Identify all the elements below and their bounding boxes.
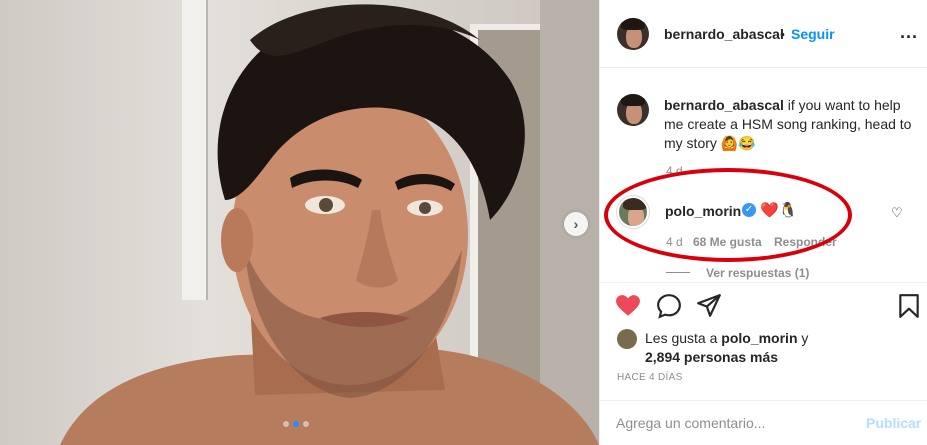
highlight-annotation-circle [604,168,852,262]
share-paper-plane-icon[interactable] [696,293,722,319]
add-comment-bar: Publicar [600,400,927,445]
comment-like-heart-icon[interactable]: ♡ [891,205,903,221]
next-slide-button[interactable]: › [564,212,588,236]
carousel-dot [283,421,289,427]
post-sidebar: bernardo_abascal • Seguir ... bernardo_a… [599,0,927,445]
post-header: bernardo_abascal • Seguir ... [600,0,927,68]
view-replies-divider [666,272,690,273]
carousel-indicator [283,421,309,427]
likes-count[interactable]: 2,894 personas más [645,349,778,365]
carousel-dot-active [293,421,299,427]
save-bookmark-icon[interactable] [896,293,922,319]
author-username[interactable]: bernardo_abascal [664,26,784,42]
carousel-dot [303,421,309,427]
header-separator: • [780,26,785,42]
like-heart-icon[interactable] [615,293,641,319]
follow-button[interactable]: Seguir [791,26,835,42]
comment-input[interactable] [616,415,836,431]
more-options-icon[interactable]: ... [900,22,918,43]
post-date[interactable]: HACE 4 DÍAS [617,372,683,383]
person-illustration [60,4,599,445]
chevron-right-icon: › [573,216,579,232]
caption-username[interactable]: bernardo_abascal [664,97,784,113]
liker-username[interactable]: polo_morin [721,330,797,346]
comment-bubble-icon[interactable] [656,293,682,319]
caption-author-avatar[interactable] [617,94,649,126]
instagram-post-modal: › bernardo_abascal • Seguir ... bernardo… [0,0,927,445]
view-replies-button[interactable]: Ver respuestas (1) [706,266,809,280]
likes-text: Les gusta a polo_morin y 2,894 personas … [645,330,809,365]
author-avatar[interactable] [617,18,649,50]
liker-avatar[interactable] [617,329,637,349]
post-caption: bernardo_abascal if you want to help me … [664,96,914,153]
publish-button[interactable]: Publicar [866,415,921,431]
post-actions [600,282,927,332]
post-photo[interactable]: › [0,0,599,445]
